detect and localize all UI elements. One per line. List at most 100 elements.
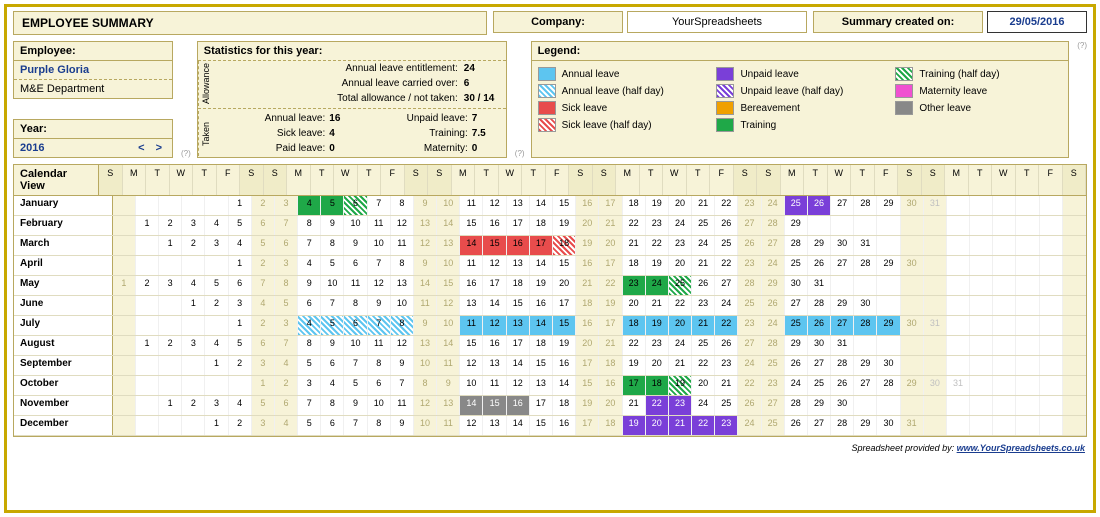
day-cell[interactable]: 16 <box>507 396 530 415</box>
day-cell[interactable] <box>877 296 900 315</box>
day-cell[interactable] <box>993 196 1016 215</box>
day-cell[interactable] <box>1063 296 1086 315</box>
day-cell[interactable]: 12 <box>460 416 483 435</box>
day-cell[interactable] <box>159 196 182 215</box>
day-cell[interactable]: 26 <box>692 276 715 295</box>
day-cell[interactable] <box>136 416 159 435</box>
day-cell[interactable] <box>1016 356 1039 375</box>
day-cell[interactable] <box>136 236 159 255</box>
day-cell[interactable]: 5 <box>229 336 252 355</box>
day-cell[interactable]: 4 <box>275 356 298 375</box>
day-cell[interactable]: 21 <box>669 416 692 435</box>
footer-link[interactable]: www.YourSpreadsheets.co.uk <box>957 443 1085 453</box>
day-cell[interactable]: 2 <box>182 396 205 415</box>
day-cell[interactable]: 25 <box>808 376 831 395</box>
day-cell[interactable]: 14 <box>437 216 460 235</box>
day-cell[interactable] <box>113 316 136 335</box>
day-cell[interactable] <box>924 216 947 235</box>
day-cell[interactable]: 9 <box>298 276 321 295</box>
day-cell[interactable]: 10 <box>344 216 367 235</box>
day-cell[interactable] <box>877 276 900 295</box>
day-cell[interactable]: 31 <box>924 196 947 215</box>
day-cell[interactable]: 10 <box>391 296 414 315</box>
day-cell[interactable] <box>993 336 1016 355</box>
day-cell[interactable]: 25 <box>785 196 808 215</box>
day-cell[interactable]: 27 <box>831 256 854 275</box>
day-cell[interactable]: 15 <box>530 356 553 375</box>
day-cell[interactable]: 8 <box>414 376 437 395</box>
day-cell[interactable]: 16 <box>530 296 553 315</box>
day-cell[interactable] <box>970 376 993 395</box>
day-cell[interactable] <box>113 376 136 395</box>
day-cell[interactable]: 13 <box>507 196 530 215</box>
day-cell[interactable] <box>205 376 228 395</box>
day-cell[interactable]: 14 <box>437 336 460 355</box>
day-cell[interactable]: 24 <box>762 256 785 275</box>
day-cell[interactable] <box>993 276 1016 295</box>
day-cell[interactable]: 9 <box>414 316 437 335</box>
day-cell[interactable]: 18 <box>599 416 622 435</box>
day-cell[interactable]: 23 <box>715 356 738 375</box>
day-cell[interactable]: 29 <box>877 316 900 335</box>
day-cell[interactable] <box>970 236 993 255</box>
day-cell[interactable]: 29 <box>762 276 785 295</box>
day-cell[interactable] <box>901 276 924 295</box>
day-cell[interactable] <box>113 356 136 375</box>
day-cell[interactable]: 6 <box>252 216 275 235</box>
day-cell[interactable]: 23 <box>646 216 669 235</box>
day-cell[interactable]: 3 <box>182 216 205 235</box>
day-cell[interactable]: 11 <box>460 316 483 335</box>
day-cell[interactable]: 25 <box>785 316 808 335</box>
day-cell[interactable]: 6 <box>321 416 344 435</box>
day-cell[interactable] <box>924 356 947 375</box>
day-cell[interactable] <box>947 356 970 375</box>
day-cell[interactable]: 1 <box>159 236 182 255</box>
day-cell[interactable] <box>901 356 924 375</box>
day-cell[interactable]: 6 <box>298 296 321 315</box>
day-cell[interactable] <box>205 316 228 335</box>
day-cell[interactable]: 19 <box>623 356 646 375</box>
day-cell[interactable]: 31 <box>808 276 831 295</box>
day-cell[interactable]: 13 <box>414 336 437 355</box>
day-cell[interactable]: 18 <box>553 396 576 415</box>
day-cell[interactable] <box>1040 196 1063 215</box>
day-cell[interactable]: 14 <box>507 356 530 375</box>
day-cell[interactable]: 17 <box>576 356 599 375</box>
day-cell[interactable]: 20 <box>576 216 599 235</box>
day-cell[interactable] <box>136 396 159 415</box>
day-cell[interactable]: 24 <box>762 316 785 335</box>
day-cell[interactable]: 16 <box>553 416 576 435</box>
day-cell[interactable]: 4 <box>229 236 252 255</box>
day-cell[interactable]: 27 <box>808 356 831 375</box>
day-cell[interactable]: 20 <box>553 276 576 295</box>
day-cell[interactable] <box>947 216 970 235</box>
day-cell[interactable]: 21 <box>692 196 715 215</box>
day-cell[interactable]: 3 <box>252 356 275 375</box>
day-cell[interactable]: 17 <box>599 196 622 215</box>
day-cell[interactable]: 17 <box>530 236 553 255</box>
day-cell[interactable]: 18 <box>507 276 530 295</box>
day-cell[interactable]: 4 <box>298 196 321 215</box>
day-cell[interactable]: 6 <box>252 336 275 355</box>
day-cell[interactable] <box>182 416 205 435</box>
day-cell[interactable]: 3 <box>275 316 298 335</box>
day-cell[interactable] <box>1040 216 1063 235</box>
day-cell[interactable]: 24 <box>692 396 715 415</box>
day-cell[interactable]: 16 <box>576 256 599 275</box>
day-cell[interactable] <box>970 276 993 295</box>
day-cell[interactable]: 1 <box>182 296 205 315</box>
day-cell[interactable]: 4 <box>321 376 344 395</box>
day-cell[interactable]: 9 <box>414 256 437 275</box>
day-cell[interactable]: 19 <box>599 296 622 315</box>
day-cell[interactable]: 21 <box>692 256 715 275</box>
day-cell[interactable] <box>854 336 877 355</box>
day-cell[interactable]: 16 <box>483 336 506 355</box>
day-cell[interactable]: 11 <box>414 296 437 315</box>
day-cell[interactable]: 4 <box>298 256 321 275</box>
day-cell[interactable]: 10 <box>368 396 391 415</box>
day-cell[interactable]: 2 <box>229 356 252 375</box>
day-cell[interactable]: 24 <box>669 336 692 355</box>
day-cell[interactable] <box>1063 376 1086 395</box>
day-cell[interactable]: 29 <box>831 296 854 315</box>
day-cell[interactable]: 6 <box>344 316 367 335</box>
